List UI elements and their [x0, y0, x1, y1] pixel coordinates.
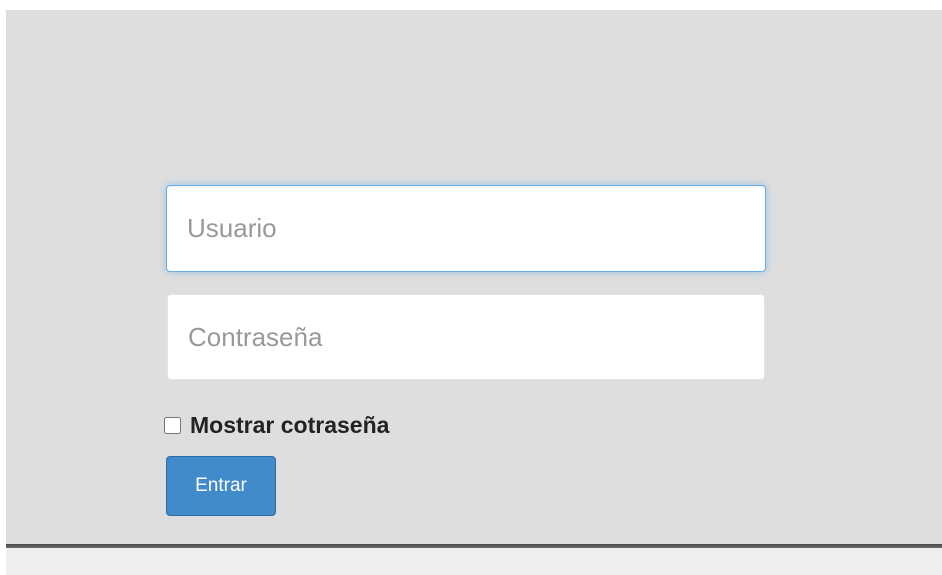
login-submit-button[interactable]: Entrar: [166, 456, 276, 516]
show-password-checkbox[interactable]: [164, 416, 181, 434]
username-input[interactable]: [166, 185, 766, 272]
page-top-strip: [0, 0, 942, 10]
show-password-label: Mostrar cotraseña: [190, 411, 390, 438]
login-panel: [6, 10, 942, 546]
show-password-row[interactable]: Mostrar cotraseña: [164, 410, 389, 440]
password-input[interactable]: [167, 294, 765, 380]
page-bottom-area: [6, 548, 942, 575]
